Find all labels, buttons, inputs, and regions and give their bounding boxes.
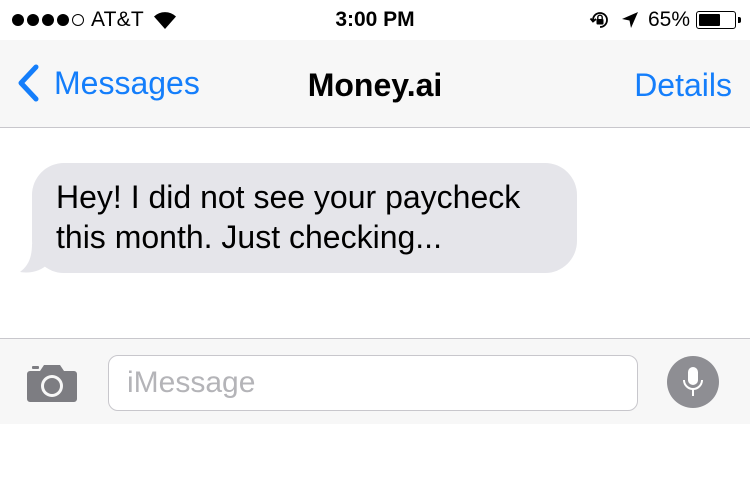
battery-icon: [696, 11, 741, 29]
rotation-lock-icon: [589, 12, 608, 28]
message-input-bar: [0, 338, 750, 424]
message-line: this month. Just checking...: [56, 219, 442, 255]
location-arrow-icon: [621, 12, 638, 28]
battery-tip: [738, 17, 741, 23]
navigation-bar: Messages Money.ai Details: [0, 40, 750, 128]
camera-icon[interactable]: [26, 363, 78, 403]
message-line: Hey! I did not see your paycheck: [56, 179, 521, 215]
conversation-area: Hey! I did not see your paycheck this mo…: [0, 128, 750, 338]
microphone-icon: [683, 367, 703, 396]
imessage-input[interactable]: [108, 355, 638, 411]
details-button[interactable]: Details: [634, 67, 732, 104]
incoming-message-bubble[interactable]: Hey! I did not see your paycheck this mo…: [32, 163, 577, 273]
microphone-button[interactable]: [667, 356, 719, 408]
status-bar: AT&T 3:00 PM 65%: [0, 0, 750, 40]
battery-percent: 65%: [647, 8, 690, 31]
status-right: 65%: [589, 8, 741, 32]
battery-level-fill: [699, 14, 720, 26]
